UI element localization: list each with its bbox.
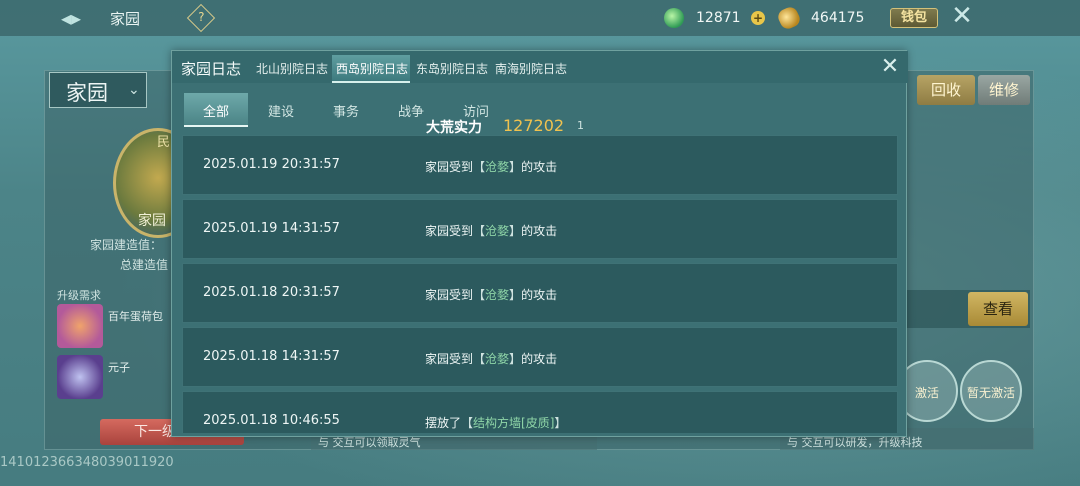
log-list[interactable]: 2025.01.19 20:31:57 家园受到【沧婺】的攻击 2025.01.… [182, 135, 898, 433]
log-row: 2025.01.18 14:31:57 家园受到【沧婺】的攻击 [182, 327, 898, 387]
recycle-button[interactable]: 回收 [917, 75, 975, 105]
build-value-label: 家园建造值： [90, 238, 163, 252]
jade-currency: 12871 [664, 8, 741, 28]
log-target[interactable]: 沧婺 [485, 352, 509, 366]
log-message: 家园受到【沧婺】的攻击 [425, 224, 558, 238]
help-icon[interactable]: ? [186, 3, 216, 33]
log-row: 2025.01.18 10:46:55 摆放了【结构方墙[皮质]】 [182, 391, 898, 433]
repair-button[interactable]: 维修 [978, 75, 1030, 105]
log-message: 家园受到【沧婺】的攻击 [425, 288, 558, 302]
chevron-down-icon: ⌄ [128, 82, 140, 98]
requirement-name: 百年蛋荷包 [108, 310, 163, 323]
upgrade-title: 升级需求 [57, 289, 101, 302]
emblem-label: 家园 [138, 213, 166, 229]
home-dropdown[interactable]: 家园 ⌄ [49, 72, 147, 108]
add-currency-button[interactable]: + [751, 11, 765, 25]
close-icon[interactable]: ✕ [878, 55, 902, 79]
tab-south-log[interactable]: 南海别院日志 [495, 60, 567, 77]
log-row: 2025.01.19 14:31:57 家园受到【沧婺】的攻击 [182, 199, 898, 259]
log-message: 家园受到【沧婺】的攻击 [425, 352, 558, 366]
close-icon[interactable]: ✕ [949, 3, 975, 29]
log-time: 2025.01.18 10:46:55 [203, 413, 340, 428]
page-title: 家园 [110, 10, 141, 28]
log-target[interactable]: 沧婺 [485, 160, 509, 174]
subtab-affairs[interactable]: 事务 [333, 101, 359, 120]
modal-header: 家园日志 北山别院日志 西岛别院日志 东岛别院日志 南海别院日志 ✕ [172, 51, 908, 83]
strength-label: 大荒实力 [426, 120, 482, 136]
player-id: 141012366348039011920 [0, 455, 174, 470]
requirement-item-icon[interactable] [57, 304, 103, 348]
total-build-label: 总建造值 [120, 258, 169, 272]
requirement-item-icon[interactable] [57, 355, 103, 399]
jade-value: 12871 [696, 10, 741, 26]
subtab-war[interactable]: 战争 [398, 101, 424, 120]
subtab-build[interactable]: 建设 [268, 101, 294, 120]
tab-east-log[interactable]: 东岛别院日志 [416, 60, 488, 77]
log-time: 2025.01.19 14:31:57 [203, 221, 340, 236]
subtab-all[interactable]: 全部 [203, 101, 229, 120]
gold-currency: 464175 [775, 4, 865, 32]
requirement-name: 元子 [108, 361, 130, 374]
tab-north-log[interactable]: 北山别院日志 [256, 60, 328, 77]
no-activate-button[interactable]: 暂无激活 [960, 360, 1022, 422]
gold-value: 464175 [811, 10, 865, 26]
log-message: 摆放了【结构方墙[皮质]】 [425, 416, 567, 430]
home-log-modal: 家园日志 北山别院日志 西岛别院日志 东岛别院日志 南海别院日志 ✕ 全部 建设… [171, 50, 908, 437]
view-button[interactable]: 查看 [968, 292, 1028, 326]
log-target[interactable]: 沧婺 [485, 224, 509, 238]
top-bar: ◂▸ 家园 ? 12871 + 464175 钱包 ✕ [0, 0, 1080, 36]
wallet-button[interactable]: 钱包 [890, 8, 938, 28]
log-target[interactable]: 沧婺 [485, 288, 509, 302]
back-arrow-icon[interactable]: ◂▸ [58, 5, 84, 31]
home-dropdown-label: 家园 [66, 81, 108, 105]
modal-title: 家园日志 [181, 60, 242, 78]
log-time: 2025.01.18 14:31:57 [203, 349, 340, 364]
gold-icon [775, 4, 803, 32]
log-target[interactable]: 结构方墙[皮质] [473, 416, 554, 430]
emblem-tag: 民 [157, 135, 171, 150]
tab-west-log[interactable]: 西岛别院日志 [336, 60, 408, 77]
log-row: 2025.01.19 20:31:57 家园受到【沧婺】的攻击 [182, 135, 898, 195]
jade-icon [664, 8, 684, 28]
log-row: 2025.01.18 20:31:57 家园受到【沧婺】的攻击 [182, 263, 898, 323]
log-message: 家园受到【沧婺】的攻击 [425, 160, 558, 174]
strength-sub: 1 [577, 119, 584, 132]
log-time: 2025.01.18 20:31:57 [203, 285, 340, 300]
strength-value: 127202 [503, 116, 565, 135]
log-time: 2025.01.19 20:31:57 [203, 157, 340, 172]
